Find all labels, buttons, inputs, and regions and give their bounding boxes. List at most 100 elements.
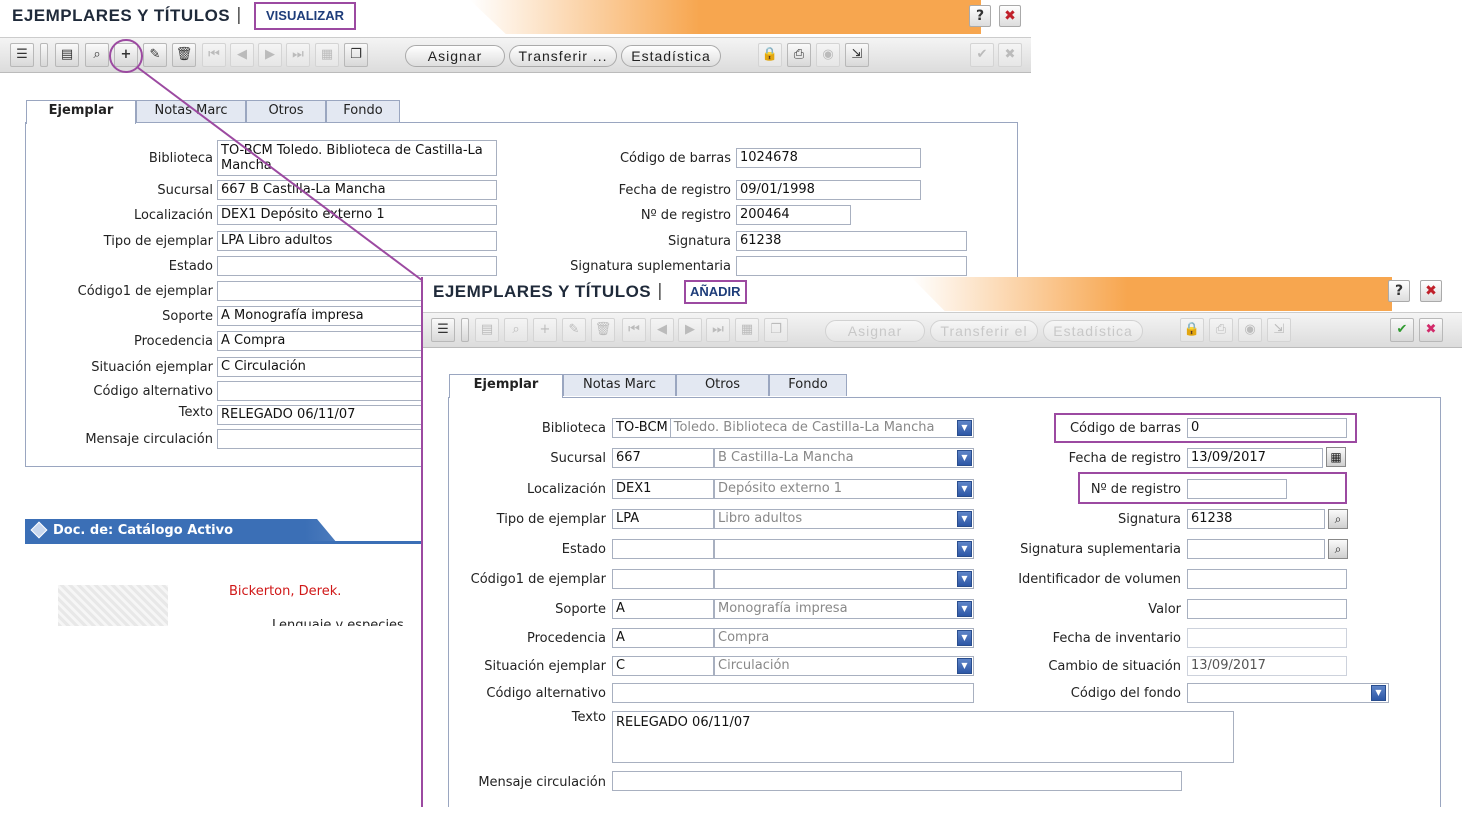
codigo1-value-field[interactable] bbox=[714, 569, 974, 589]
print-icon[interactable]: ▤ bbox=[475, 318, 499, 342]
copy-icon[interactable]: ❐ bbox=[344, 43, 368, 67]
sucursal-code-field[interactable]: 667 bbox=[612, 448, 714, 468]
lock-icon[interactable]: 🔒 bbox=[758, 43, 782, 67]
copy-icon[interactable]: ❐ bbox=[764, 318, 788, 342]
situacion-dropdown-icon[interactable]: ▼ bbox=[957, 658, 972, 674]
inventario-field[interactable] bbox=[1187, 628, 1347, 648]
list-menu-icon[interactable]: ☰ bbox=[431, 318, 455, 342]
print-icon[interactable]: ▤ bbox=[55, 43, 79, 67]
add-titlebar: EJEMPLARES Y TÍTULOS | AÑADIR ? ✖ bbox=[423, 277, 1462, 311]
printer-icon[interactable]: ⎙ bbox=[787, 43, 811, 67]
procedencia-value-field[interactable]: Compra bbox=[714, 628, 974, 648]
last-record-icon[interactable]: ⏭ bbox=[706, 318, 730, 342]
fecha-field[interactable]: 13/09/2017 bbox=[1187, 448, 1323, 468]
codigo1-dropdown-icon[interactable]: ▼ bbox=[957, 571, 972, 587]
statistics-button[interactable]: Estadística bbox=[621, 45, 721, 67]
transfer-button[interactable]: Transferir ... bbox=[509, 45, 617, 67]
help-button[interactable]: ? bbox=[1388, 280, 1410, 302]
tab-notas-marc[interactable]: Notas Marc bbox=[563, 374, 676, 396]
tab-otros[interactable]: Otros bbox=[246, 100, 326, 122]
fondo-field[interactable] bbox=[1187, 683, 1389, 703]
soporte-code-field[interactable]: A bbox=[612, 599, 714, 619]
assign-button[interactable]: Asignar bbox=[825, 320, 925, 342]
biblioteca-dropdown-icon[interactable]: ▼ bbox=[957, 420, 972, 436]
localizacion-field: DEX1 Depósito externo 1 bbox=[217, 205, 497, 225]
mensaje-field[interactable] bbox=[612, 771, 1182, 791]
localizacion-value-field[interactable]: Depósito externo 1 bbox=[714, 479, 974, 499]
valor-field[interactable] bbox=[1187, 599, 1347, 619]
soporte-dropdown-icon[interactable]: ▼ bbox=[957, 601, 972, 617]
export-icon[interactable]: ⇲ bbox=[845, 43, 869, 67]
texto-textarea[interactable]: RELEGADO 06/11/07 bbox=[612, 711, 1234, 763]
lock-icon[interactable]: 🔒 bbox=[1180, 318, 1204, 342]
sigsup-field[interactable] bbox=[1187, 539, 1325, 559]
export-icon[interactable]: ⇲ bbox=[1267, 318, 1291, 342]
calendar-icon[interactable]: ▦ bbox=[1326, 447, 1346, 467]
codigo1-label: Código1 de ejemplar bbox=[470, 572, 606, 587]
tipo-value-field[interactable]: Libro adultos bbox=[714, 509, 974, 529]
list-menu-icon[interactable]: ☰ bbox=[10, 43, 34, 67]
situacion-code-field[interactable]: C bbox=[612, 656, 714, 676]
estado-dropdown-icon[interactable]: ▼ bbox=[957, 541, 972, 557]
delete-icon[interactable]: 🗑 bbox=[172, 43, 196, 67]
tab-ejemplar[interactable]: Ejemplar bbox=[449, 374, 563, 398]
grid-icon[interactable]: ▦ bbox=[735, 318, 759, 342]
prev-record-icon[interactable]: ◀ bbox=[230, 43, 254, 67]
biblioteca-field[interactable]: TO-BCM Toledo. Biblioteca de Castilla-La … bbox=[612, 418, 974, 438]
fecha-field: 09/01/1998 bbox=[736, 180, 921, 200]
help-button[interactable]: ? bbox=[969, 5, 991, 27]
close-button[interactable]: ✖ bbox=[999, 5, 1021, 27]
tab-ejemplar[interactable]: Ejemplar bbox=[26, 100, 136, 124]
localizacion-dropdown-icon[interactable]: ▼ bbox=[957, 481, 972, 497]
procedencia-code: A bbox=[221, 333, 230, 348]
procedencia-code-field[interactable]: A bbox=[612, 628, 714, 648]
alternativo-field[interactable] bbox=[612, 683, 974, 703]
fondo-dropdown-icon[interactable]: ▼ bbox=[1371, 685, 1386, 701]
sucursal-dropdown-icon[interactable]: ▼ bbox=[957, 450, 972, 466]
cancel-icon[interactable]: ✖ bbox=[1419, 318, 1443, 342]
next-record-icon[interactable]: ▶ bbox=[258, 43, 282, 67]
accept-icon[interactable]: ✔ bbox=[1390, 318, 1414, 342]
statistics-button[interactable]: Estadística bbox=[1043, 320, 1143, 342]
soporte-value-field[interactable]: Monografía impresa bbox=[714, 599, 974, 619]
camera-icon[interactable]: ◉ bbox=[1238, 318, 1262, 342]
prev-record-icon[interactable]: ◀ bbox=[650, 318, 674, 342]
volumen-field[interactable] bbox=[1187, 569, 1347, 589]
author-link[interactable]: Bickerton, Derek. bbox=[229, 584, 341, 599]
close-button[interactable]: ✖ bbox=[1420, 280, 1442, 302]
add-icon[interactable]: + bbox=[533, 318, 557, 342]
accept-icon[interactable]: ✔ bbox=[970, 43, 994, 67]
first-record-icon[interactable]: ⏮ bbox=[202, 43, 226, 67]
biblioteca-field: TO-BCM Toledo. Biblioteca de Castilla-La… bbox=[217, 140, 497, 176]
signatura-search-icon[interactable]: ⌕ bbox=[1328, 509, 1348, 529]
camera-icon[interactable]: ◉ bbox=[816, 43, 840, 67]
cancel-icon[interactable]: ✖ bbox=[998, 43, 1022, 67]
sucursal-value-field[interactable]: B Castilla-La Mancha bbox=[714, 448, 974, 468]
estado-code-field[interactable] bbox=[612, 539, 714, 559]
tab-otros[interactable]: Otros bbox=[676, 374, 769, 396]
tab-fondo[interactable]: Fondo bbox=[769, 374, 847, 396]
estado-value-field[interactable] bbox=[714, 539, 974, 559]
grid-icon[interactable]: ▦ bbox=[315, 43, 339, 67]
situacion-value-field[interactable]: Circulación bbox=[714, 656, 974, 676]
last-record-icon[interactable]: ⏭ bbox=[286, 43, 310, 67]
tab-fondo[interactable]: Fondo bbox=[326, 100, 400, 122]
next-record-icon[interactable]: ▶ bbox=[678, 318, 702, 342]
transfer-button[interactable]: Transferir el bbox=[930, 320, 1038, 342]
edit-icon[interactable]: ✎ bbox=[562, 318, 586, 342]
procedencia-dropdown-icon[interactable]: ▼ bbox=[957, 630, 972, 646]
search-icon[interactable]: ⌕ bbox=[85, 43, 109, 67]
assign-button[interactable]: Asignar bbox=[405, 45, 505, 67]
codigo1-code-field[interactable] bbox=[612, 569, 714, 589]
tipo-dropdown-icon[interactable]: ▼ bbox=[957, 511, 972, 527]
sigsup-search-icon[interactable]: ⌕ bbox=[1328, 539, 1348, 559]
edit-icon[interactable]: ✎ bbox=[143, 43, 167, 67]
printer-icon[interactable]: ⎙ bbox=[1209, 318, 1233, 342]
tab-notas-marc[interactable]: Notas Marc bbox=[136, 100, 246, 122]
delete-icon[interactable]: 🗑 bbox=[591, 318, 615, 342]
first-record-icon[interactable]: ⏮ bbox=[622, 318, 646, 342]
signatura-field[interactable]: 61238 bbox=[1187, 509, 1325, 529]
localizacion-code-field[interactable]: DEX1 bbox=[612, 479, 714, 499]
tipo-code-field[interactable]: LPA bbox=[612, 509, 714, 529]
search-icon[interactable]: ⌕ bbox=[504, 318, 528, 342]
